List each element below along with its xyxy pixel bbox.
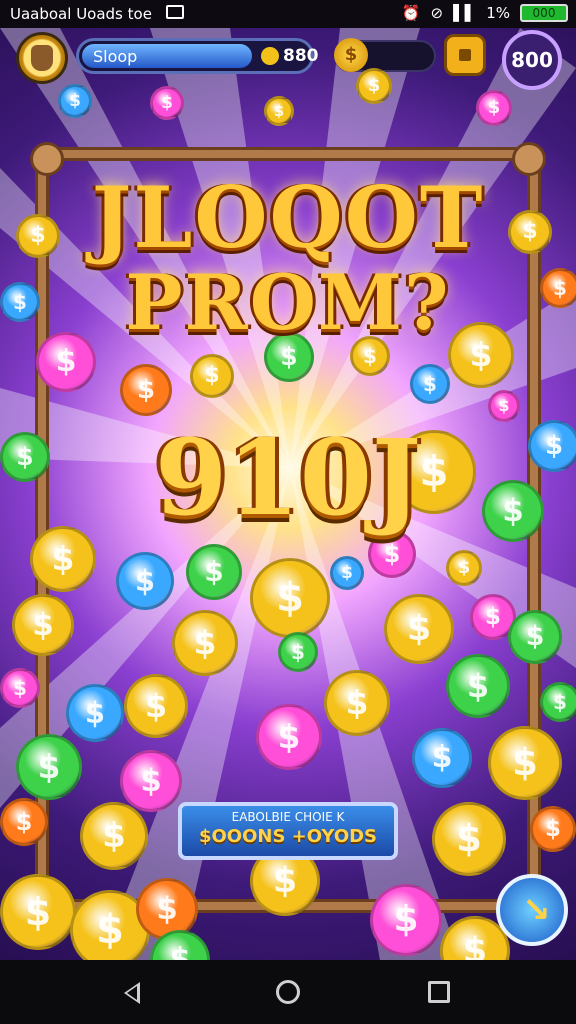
coin: $ — [172, 610, 238, 676]
coin: $ — [530, 806, 576, 852]
title-line-2: PROM? — [125, 258, 451, 347]
coin: $ — [330, 556, 364, 590]
coin: $ — [250, 558, 330, 638]
back-icon[interactable] — [124, 982, 140, 1004]
dnd-icon: ⊘ — [430, 4, 444, 22]
coin: $ — [120, 750, 182, 812]
coin: $ — [0, 874, 76, 950]
coin: $ — [0, 798, 48, 846]
coin: $ — [256, 704, 322, 770]
bonus-line-2: $OOONS +OYODS — [198, 826, 378, 847]
coin: $ — [0, 668, 40, 708]
coin: $ — [488, 726, 562, 800]
coin: $ — [384, 594, 454, 664]
coin: $ — [58, 84, 92, 118]
battery-icon: 000 — [520, 4, 568, 22]
coin: $ — [264, 96, 294, 126]
coin: $ — [124, 674, 188, 738]
balance-value: 880 — [283, 46, 319, 66]
signal-icon: ▌▌ — [453, 4, 477, 22]
coin: $ — [410, 364, 450, 404]
coin: $ — [278, 632, 318, 672]
coin: $ — [540, 682, 576, 722]
navigation-bar — [0, 960, 576, 1024]
coin: $ — [324, 670, 390, 736]
coin-icon: $ — [334, 38, 368, 72]
coin: $ — [446, 654, 510, 718]
coin: $ — [446, 550, 482, 586]
avatar-face — [31, 45, 53, 71]
coin: $ — [66, 684, 124, 742]
coin: $ — [80, 802, 148, 870]
bonus-line-1: EABOLBIE CHOIE K — [231, 810, 345, 824]
arrow-icon: ↘ — [522, 890, 551, 930]
coin-icon — [261, 47, 279, 65]
status-bar: Uaaboal Uoads toe ⏰ ⊘ ▌▌ 1% 000 — [0, 0, 576, 28]
jackpot-amount: 910J — [154, 416, 422, 539]
battery-text: 000 — [532, 6, 556, 20]
game-scene[interactable]: Sloop 880 $ 800 $ $ $ $ $ $ $ $ $ $ $ $ $ $ $ $ $ $ $ $ $ $ $ $… — [0, 28, 576, 960]
gallery-icon — [166, 5, 184, 19]
title-line-1: JLOQOT — [91, 168, 485, 267]
coin: $ — [412, 728, 472, 788]
bonus-button[interactable]: EABOLBIE CHOIE K $OOONS +OYODS — [178, 802, 398, 860]
coin: $ — [476, 90, 512, 126]
coin: $ — [370, 884, 442, 956]
balance-bar: Sloop 880 — [76, 38, 319, 74]
level-badge[interactable]: 800 — [502, 30, 562, 90]
alarm-icon: ⏰ — [401, 4, 421, 22]
coin: $ — [150, 86, 184, 120]
home-icon[interactable] — [276, 980, 300, 1004]
coin: $ — [432, 802, 506, 876]
player-avatar[interactable] — [16, 32, 68, 84]
coin-counter[interactable]: $ — [334, 38, 436, 72]
recents-icon[interactable] — [428, 981, 450, 1003]
battery-percent: 1% — [486, 4, 510, 22]
coin: $ — [190, 354, 234, 398]
coin: $ — [16, 734, 82, 800]
coin: $ — [12, 594, 74, 656]
coin: $ — [186, 544, 242, 600]
coin: $ — [508, 610, 562, 664]
shop-icon[interactable] — [444, 34, 486, 76]
coin: $ — [120, 364, 172, 416]
balance-label: Sloop — [93, 47, 138, 66]
spin-button[interactable]: ↘ — [496, 874, 568, 946]
shop-icon-inner — [459, 49, 471, 61]
coin: $ — [116, 552, 174, 610]
coin: $ — [356, 68, 392, 104]
status-left-text: Uaaboal Uoads toe — [10, 5, 152, 23]
